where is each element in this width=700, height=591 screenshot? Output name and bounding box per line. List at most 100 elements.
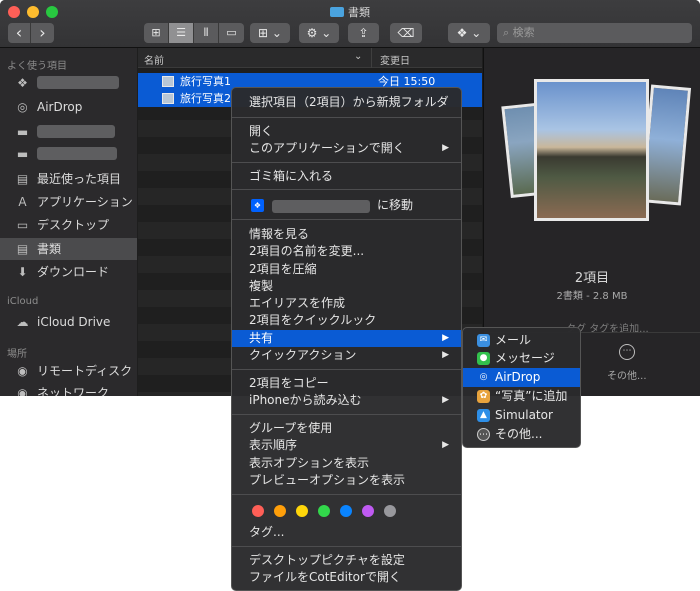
menu-item-get-info[interactable]: 情報を見る	[232, 226, 461, 243]
menu-item-open-in-coteditor[interactable]: ファイルをCotEditorで開く	[232, 569, 461, 586]
share-item-messages[interactable]: ● メッセージ	[463, 349, 580, 368]
search-field[interactable]: ⌕ 検索	[497, 23, 692, 43]
sidebar-item-folder[interactable]: ▬	[0, 121, 137, 143]
sidebar-item-label: デスクトップ	[37, 218, 110, 232]
simulator-icon: ▲	[477, 409, 490, 422]
photos-icon: ✿	[477, 390, 490, 403]
documents-icon: ▤	[16, 242, 29, 256]
tag-button[interactable]: ⌫	[390, 23, 422, 43]
sidebar-item-airdrop[interactable]: ◎ AirDrop	[0, 96, 137, 118]
menu-item-move-to-trash[interactable]: ゴミ箱に入れる	[232, 168, 461, 185]
menu-separator	[232, 162, 461, 163]
menu-item-quick-actions[interactable]: クイックアクション ▶	[232, 347, 461, 364]
sidebar-item-remote-disc[interactable]: ◉ リモートディスク	[0, 360, 137, 382]
menu-item-use-groups[interactable]: グループを使用	[232, 420, 461, 437]
folder-icon: ▬	[16, 147, 29, 161]
menu-item-new-folder-from-selection[interactable]: 選択項目（2項目）から新規フォルダ	[232, 94, 461, 111]
menu-separator	[232, 219, 461, 220]
back-button[interactable]: ‹	[8, 23, 31, 43]
menu-item-tags[interactable]: タグ...	[232, 524, 461, 541]
sidebar-item-documents[interactable]: ▤ 書類	[0, 238, 137, 260]
sidebar-item-folder[interactable]: ▬	[0, 143, 137, 165]
menu-item-move-to-dropbox[interactable]: ❖ に移動	[232, 197, 461, 215]
submenu-arrow-icon: ▶	[442, 143, 449, 153]
menu-item-duplicate[interactable]: 複製	[232, 278, 461, 295]
menu-item-quick-look[interactable]: 2項目をクイックルック	[232, 312, 461, 329]
menu-item-show-preview-options[interactable]: プレビューオプションを表示	[232, 472, 461, 489]
gear-icon: ⚙	[306, 26, 318, 40]
tag-color-yellow[interactable]	[296, 505, 308, 517]
folder-icon	[330, 7, 344, 17]
tag-color-orange[interactable]	[274, 505, 286, 517]
chevron-down-icon: ⌄	[321, 26, 332, 40]
sidebar-item-dropbox[interactable]: ❖	[0, 72, 137, 94]
more-icon[interactable]: ⋯	[619, 344, 635, 360]
share-item-add-to-photos[interactable]: ✿ “写真”に追加	[463, 387, 580, 406]
action-button[interactable]: ⚙ ⌄	[299, 23, 339, 43]
group-button[interactable]: ⊞ ⌄	[250, 23, 290, 43]
submenu-arrow-icon: ▶	[442, 440, 449, 450]
airdrop-icon: ◎	[477, 371, 490, 384]
menu-item-set-desktop-picture[interactable]: デスクトップピクチャを設定	[232, 552, 461, 569]
tag-color-blue[interactable]	[340, 505, 352, 517]
gallery-view-button[interactable]: ▭	[219, 23, 244, 43]
share-item-airdrop[interactable]: ◎ AirDrop	[463, 368, 580, 387]
menu-item-show-view-options[interactable]: 表示オプションを表示	[232, 455, 461, 472]
menu-item-rename[interactable]: 2項目の名前を変更...	[232, 243, 461, 260]
forward-button[interactable]: ›	[31, 23, 54, 43]
share-item-label: Simulator	[495, 408, 553, 422]
menu-item-make-alias[interactable]: エイリアスを作成	[232, 295, 461, 312]
sidebar-item-label: iCloud Drive	[37, 315, 111, 329]
share-button[interactable]: ⇪	[348, 23, 379, 43]
share-item-label: メッセージ	[495, 351, 555, 365]
menu-item-label: iPhoneから読み込む	[249, 393, 362, 407]
sidebar-header-locations: 場所	[7, 349, 27, 360]
preview-title: 2項目	[574, 271, 610, 286]
redacted-label	[37, 76, 119, 89]
menu-item-open-with[interactable]: このアプリケーションで開く ▶	[232, 140, 461, 157]
sidebar-item-applications[interactable]: A アプリケーション	[0, 191, 137, 213]
menu-item-share[interactable]: 共有 ▶	[232, 330, 461, 347]
menu-item-sort-by[interactable]: 表示順序 ▶	[232, 437, 461, 454]
tag-color-gray[interactable]	[384, 505, 396, 517]
titlebar: 書類 ‹ › ⊞ ☰ ⫴ ▭ ⊞ ⌄ ⚙ ⌄ ⇪ ⌫ ❖ ⌄ ⌕ 検索	[0, 0, 700, 48]
column-view-button[interactable]: ⫴	[194, 23, 219, 43]
mail-icon: ✉	[477, 334, 490, 347]
sidebar-item-downloads[interactable]: ⬇ ダウンロード	[0, 261, 137, 283]
sidebar: よく使う項目 ❖ ◎ AirDrop ▬ ▬ ▤ 最近使った項目 A アプリケー…	[0, 48, 137, 396]
chevron-down-icon: ⌄	[471, 26, 482, 40]
list-view-button[interactable]: ☰	[169, 23, 194, 43]
share-item-simulator[interactable]: ▲ Simulator	[463, 406, 580, 425]
dropbox-button[interactable]: ❖ ⌄	[448, 23, 490, 43]
search-placeholder: 検索	[512, 26, 535, 39]
file-thumbnail-icon	[162, 76, 174, 87]
sidebar-item-icloud-drive[interactable]: ☁ iCloud Drive	[0, 311, 137, 333]
menu-item-import-from-iphone[interactable]: iPhoneから読み込む ▶	[232, 392, 461, 409]
icon-view-button[interactable]: ⊞	[144, 23, 169, 43]
menu-separator	[232, 546, 461, 547]
column-divider	[371, 48, 372, 68]
chevron-down-icon: ⌄	[271, 26, 282, 40]
search-icon: ⌕	[503, 26, 510, 39]
more-label[interactable]: その他...	[607, 367, 647, 382]
downloads-icon: ⬇	[17, 265, 28, 279]
sidebar-item-network[interactable]: ◉ ネットワーク	[0, 382, 137, 396]
file-list-header: 名前 ⌄ 変更日	[138, 48, 482, 68]
menu-separator	[232, 414, 461, 415]
column-header-date[interactable]: 変更日	[380, 52, 410, 67]
tag-color-green[interactable]	[318, 505, 330, 517]
more-icon: ⋯	[477, 428, 490, 441]
tag-color-row	[232, 500, 461, 522]
share-item-more[interactable]: ⋯ その他...	[463, 425, 580, 444]
tag-color-red[interactable]	[252, 505, 264, 517]
menu-item-compress[interactable]: 2項目を圧縮	[232, 261, 461, 278]
sidebar-item-recents[interactable]: ▤ 最近使った項目	[0, 168, 137, 190]
sidebar-item-desktop[interactable]: ▭ デスクトップ	[0, 214, 137, 236]
menu-item-open[interactable]: 開く	[232, 123, 461, 140]
menu-item-label: 表示順序	[249, 438, 298, 452]
share-item-mail[interactable]: ✉ メール	[463, 331, 580, 350]
tag-placeholder: タグを追加...	[589, 324, 649, 335]
tag-color-purple[interactable]	[362, 505, 374, 517]
menu-item-copy[interactable]: 2項目をコピー	[232, 375, 461, 392]
column-header-name[interactable]: 名前	[144, 52, 164, 67]
